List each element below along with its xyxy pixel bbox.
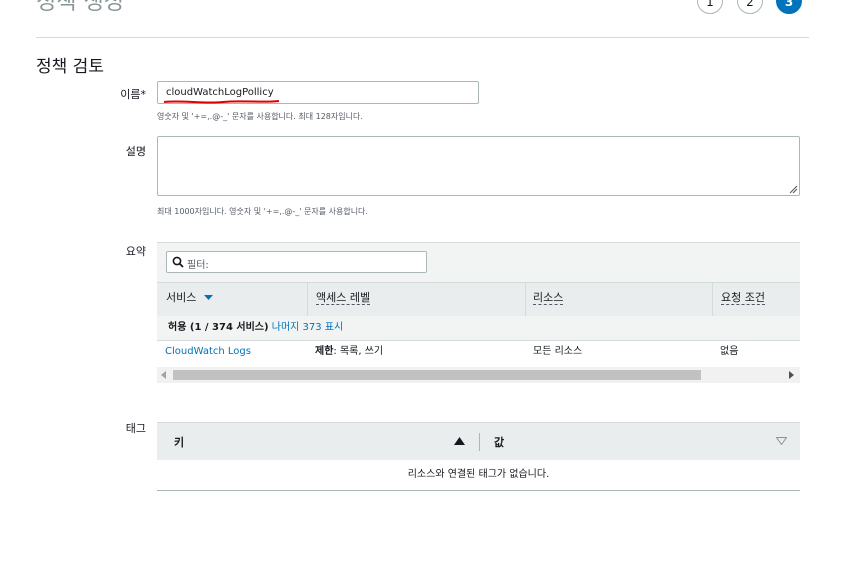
scrollbar-thumb[interactable] [173,370,701,380]
show-remaining-link[interactable]: 나머지 373 표시 [272,322,343,333]
scroll-right-icon[interactable] [789,371,795,379]
column-divider [525,283,526,317]
tags-column-value[interactable]: 값 [494,434,504,450]
tags-header-row: 키 값 [157,422,800,460]
wizard-step-1[interactable]: 1 [697,0,723,14]
sort-up-icon[interactable] [454,437,465,445]
description-hint: 최대 1000자입니다. 영숫자 및 '+=,.@-_' 문자를 사용합니다. [157,207,368,216]
horizontal-scrollbar[interactable] [157,367,800,383]
tags-column-key[interactable]: 키 [174,434,184,450]
column-access-level[interactable]: 액세스 레벨 [316,283,371,317]
table-row: CloudWatch Logs 제한: 목록, 쓰기 모든 리소스 없음 [157,340,800,364]
column-divider [307,283,308,317]
description-textarea[interactable] [157,136,800,196]
column-service-label: 서비스 [166,291,197,304]
filter-placeholder: 필터: [187,260,209,271]
allow-group-row: 허용 (1 / 374 서비스) 나머지 373 표시 [157,316,800,341]
tags-label: 태그 [125,422,146,435]
wizard-title: 정책 생성 [36,0,124,15]
column-divider [712,283,713,317]
sort-down-icon [203,295,213,300]
allow-group-text: 허용 (1 / 374 서비스) [168,322,269,333]
access-level-bold: 제한 [315,346,334,357]
resource-cell: 모든 리소스 [533,346,583,357]
name-hint: 영숫자 및 '+=,.@-_' 문자를 사용합니다. 최대 128자입니다. [157,112,363,121]
sort-icon[interactable] [776,437,787,445]
description-label: 설명 [125,145,146,158]
column-access-level-label: 액세스 레벨 [316,291,371,305]
summary-label: 요약 [125,245,146,258]
condition-cell: 없음 [720,346,739,357]
filter-input[interactable]: 필터: [166,251,427,273]
tags-empty-message: 리소스와 연결된 태그가 없습니다. [157,459,800,491]
access-level-cell: 제한: 목록, 쓰기 [315,340,383,364]
column-condition-label: 요청 조건 [721,291,765,305]
column-condition[interactable]: 요청 조건 [721,283,765,317]
access-level-rest: : 목록, 쓰기 [333,346,384,357]
search-icon [172,256,184,268]
column-service[interactable]: 서비스 [166,283,213,317]
header-divider [36,37,809,38]
group-text-wrap: 허용 (1 / 374 서비스) 나머지 373 표시 [168,316,343,340]
service-link[interactable]: CloudWatch Logs [165,340,251,364]
section-title: 정책 검토 [36,57,104,77]
scroll-left-icon[interactable] [161,371,167,379]
wizard-step-3[interactable]: 3 [776,0,802,14]
column-resource[interactable]: 리소스 [533,283,564,317]
underline-annotation [163,100,280,104]
filter-bar: 필터: [157,243,800,282]
wizard-step-2[interactable]: 2 [737,0,763,14]
summary-table: 필터: 서비스 액세스 레벨 리소스 요청 조건 허용 (1 / 374 서비스… [157,242,800,383]
column-resource-label: 리소스 [533,291,564,305]
summary-header-row: 서비스 액세스 레벨 리소스 요청 조건 [157,282,800,318]
name-label: 이름* [120,88,146,101]
resize-handle-icon[interactable] [789,185,798,194]
column-divider [479,433,480,451]
